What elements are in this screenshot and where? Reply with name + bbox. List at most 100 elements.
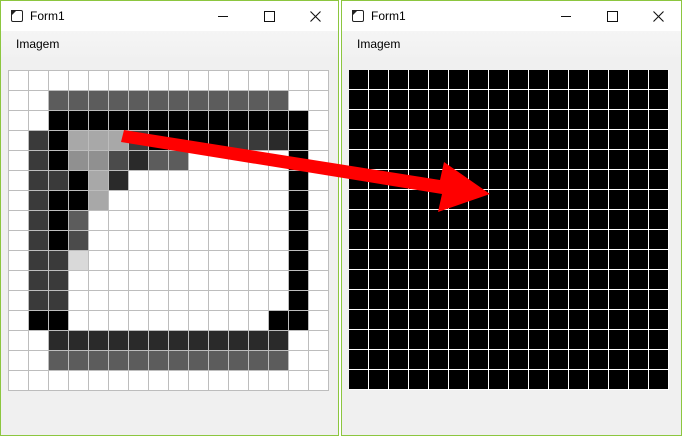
pixel-cell xyxy=(89,311,109,331)
minimize-button[interactable] xyxy=(543,1,589,31)
pixel-cell xyxy=(629,230,649,250)
pixel-cell xyxy=(529,250,549,270)
pixel-cell xyxy=(229,371,249,391)
pixel-cell xyxy=(149,91,169,111)
pixel-cell xyxy=(129,251,149,271)
close-button[interactable] xyxy=(292,1,338,31)
pixel-cell xyxy=(229,231,249,251)
pixel-cell xyxy=(429,90,449,110)
pixel-cell xyxy=(109,251,129,271)
pixel-cell xyxy=(389,250,409,270)
pixel-cell xyxy=(389,370,409,390)
pixel-cell xyxy=(29,271,49,291)
pixel-cell xyxy=(369,270,389,290)
pixel-cell xyxy=(289,211,309,231)
pixel-cell xyxy=(129,311,149,331)
result-pixel-grid[interactable] xyxy=(349,70,669,390)
pixel-cell xyxy=(229,251,249,271)
source-pixel-grid[interactable] xyxy=(8,70,329,391)
title-bar[interactable]: Form1 xyxy=(342,1,681,31)
pixel-cell xyxy=(549,270,569,290)
pixel-cell xyxy=(109,371,129,391)
pixel-cell xyxy=(629,130,649,150)
pixel-cell xyxy=(349,190,369,210)
maximize-button[interactable] xyxy=(589,1,635,31)
pixel-cell xyxy=(389,290,409,310)
pixel-cell xyxy=(169,311,189,331)
pixel-cell xyxy=(249,271,269,291)
pixel-cell xyxy=(609,210,629,230)
pixel-cell xyxy=(89,351,109,371)
pixel-cell xyxy=(89,111,109,131)
pixel-cell xyxy=(29,151,49,171)
pixel-cell xyxy=(449,370,469,390)
pixel-cell xyxy=(649,230,669,250)
pixel-cell xyxy=(549,110,569,130)
pixel-cell xyxy=(529,270,549,290)
pixel-cell xyxy=(529,370,549,390)
source-window: Form1 Imagem xyxy=(0,0,339,436)
pixel-cell xyxy=(369,290,389,310)
minimize-button[interactable] xyxy=(200,1,246,31)
pixel-cell xyxy=(309,371,329,391)
pixel-cell xyxy=(229,291,249,311)
pixel-cell xyxy=(69,371,89,391)
pixel-cell xyxy=(129,191,149,211)
pixel-cell xyxy=(469,350,489,370)
pixel-cell xyxy=(249,371,269,391)
pixel-cell xyxy=(489,370,509,390)
pixel-cell xyxy=(9,211,29,231)
pixel-cell xyxy=(9,91,29,111)
pixel-cell xyxy=(409,290,429,310)
pixel-cell xyxy=(409,210,429,230)
menu-imagem[interactable]: Imagem xyxy=(356,37,401,51)
pixel-cell xyxy=(289,71,309,91)
pixel-cell xyxy=(109,231,129,251)
pixel-cell xyxy=(589,130,609,150)
pixel-cell xyxy=(629,170,649,190)
pixel-cell xyxy=(129,91,149,111)
pixel-cell xyxy=(649,190,669,210)
pixel-cell xyxy=(409,250,429,270)
pixel-cell xyxy=(49,71,69,91)
pixel-cell xyxy=(629,150,649,170)
pixel-cell xyxy=(369,330,389,350)
pixel-cell xyxy=(129,131,149,151)
pixel-cell xyxy=(9,191,29,211)
pixel-cell xyxy=(489,350,509,370)
pixel-cell xyxy=(269,291,289,311)
pixel-cell xyxy=(309,191,329,211)
close-button[interactable] xyxy=(635,1,681,31)
pixel-cell xyxy=(229,91,249,111)
pixel-cell xyxy=(109,291,129,311)
pixel-cell xyxy=(209,351,229,371)
pixel-cell xyxy=(249,151,269,171)
pixel-cell xyxy=(549,90,569,110)
pixel-cell xyxy=(509,90,529,110)
pixel-cell xyxy=(229,211,249,231)
title-bar[interactable]: Form1 xyxy=(1,1,338,31)
pixel-cell xyxy=(9,131,29,151)
pixel-cell xyxy=(649,250,669,270)
pixel-cell xyxy=(109,271,129,291)
pixel-cell xyxy=(469,290,489,310)
pixel-cell xyxy=(269,211,289,231)
pixel-cell xyxy=(249,171,269,191)
pixel-cell xyxy=(349,210,369,230)
pixel-cell xyxy=(149,111,169,131)
pixel-cell xyxy=(249,71,269,91)
pixel-cell xyxy=(549,250,569,270)
menu-imagem[interactable]: Imagem xyxy=(15,37,60,51)
pixel-cell xyxy=(209,291,229,311)
pixel-cell xyxy=(149,371,169,391)
pixel-cell xyxy=(409,230,429,250)
pixel-cell xyxy=(449,270,469,290)
pixel-cell xyxy=(489,70,509,90)
pixel-cell xyxy=(349,70,369,90)
pixel-cell xyxy=(469,370,489,390)
maximize-button[interactable] xyxy=(246,1,292,31)
pixel-cell xyxy=(89,211,109,231)
pixel-cell xyxy=(129,211,149,231)
pixel-cell xyxy=(169,71,189,91)
pixel-cell xyxy=(509,210,529,230)
